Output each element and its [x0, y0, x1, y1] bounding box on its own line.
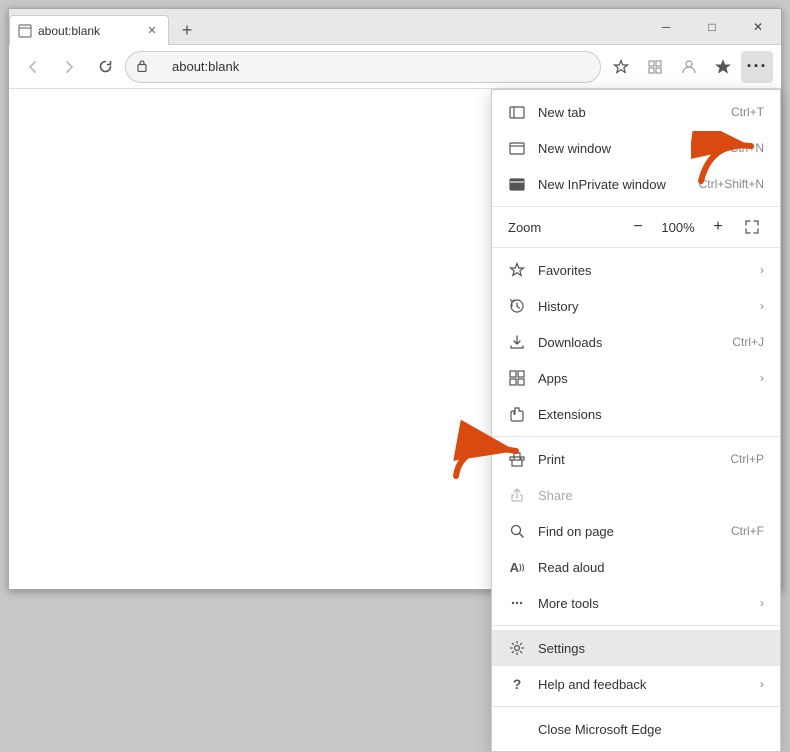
print-shortcut: Ctrl+P — [730, 452, 764, 466]
address-bar: about:blank ··· — [9, 45, 781, 89]
address-text: about:blank — [156, 59, 239, 74]
history-label: History — [538, 299, 748, 314]
find-shortcut: Ctrl+F — [731, 524, 764, 538]
menu-item-print[interactable]: Print Ctrl+P — [492, 441, 780, 477]
downloads-shortcut: Ctrl+J — [732, 335, 764, 349]
close-edge-icon — [508, 720, 526, 738]
history-icon — [508, 297, 526, 315]
new-tab-button[interactable]: + — [173, 16, 201, 44]
print-icon — [508, 450, 526, 468]
title-bar: about:blank ✕ + ─ □ ✕ — [9, 9, 781, 45]
address-field[interactable]: about:blank — [125, 51, 601, 83]
new-window-shortcut: Ctrl+N — [730, 141, 764, 155]
forward-button[interactable] — [53, 51, 85, 83]
menu-item-read-aloud[interactable]: A)) Read aloud — [492, 549, 780, 585]
new-window-label: New window — [538, 141, 718, 156]
help-arrow: › — [760, 677, 764, 691]
zoom-expand-button[interactable] — [740, 215, 764, 239]
extensions-icon — [508, 405, 526, 423]
zoom-label: Zoom — [508, 220, 616, 235]
help-icon: ? — [508, 675, 526, 693]
menu-item-settings[interactable]: Settings — [492, 630, 780, 666]
favorites-arrow: › — [760, 263, 764, 277]
more-button[interactable]: ··· — [741, 51, 773, 83]
tab-page-icon — [18, 24, 32, 38]
apps-arrow: › — [760, 371, 764, 385]
menu-item-share: Share — [492, 477, 780, 513]
close-edge-label: Close Microsoft Edge — [538, 722, 764, 737]
toolbar-icons: ··· — [605, 51, 773, 83]
share-icon — [508, 486, 526, 504]
menu-item-extensions[interactable]: Extensions — [492, 396, 780, 432]
lock-icon — [136, 59, 148, 75]
menu-item-more-tools[interactable]: More tools › — [492, 585, 780, 621]
zoom-value: 100% — [660, 220, 696, 235]
more-tools-icon — [508, 594, 526, 612]
star-button[interactable] — [605, 51, 637, 83]
browser-window: about:blank ✕ + ─ □ ✕ about:blank — [8, 8, 782, 590]
page-content: New tab Ctrl+T New window Ctrl+N New InP… — [9, 89, 781, 589]
tab-close-button[interactable]: ✕ — [144, 23, 160, 39]
collections-button[interactable] — [639, 51, 671, 83]
menu-item-favorites[interactable]: Favorites › — [492, 252, 780, 288]
dropdown-menu: New tab Ctrl+T New window Ctrl+N New InP… — [491, 89, 781, 752]
zoom-out-button[interactable]: − — [624, 213, 652, 241]
favorites-label: Favorites — [538, 263, 748, 278]
tab-title: about:blank — [38, 24, 138, 38]
favorites-icon — [508, 261, 526, 279]
extensions-label: Extensions — [538, 407, 764, 422]
menu-item-new-tab[interactable]: New tab Ctrl+T — [492, 94, 780, 130]
inprivate-shortcut: Ctrl+Shift+N — [699, 177, 764, 191]
help-label: Help and feedback — [538, 677, 748, 692]
settings-icon — [508, 639, 526, 657]
menu-item-history[interactable]: History › — [492, 288, 780, 324]
menu-item-find[interactable]: Find on page Ctrl+F — [492, 513, 780, 549]
new-tab-label: New tab — [538, 105, 719, 120]
apps-label: Apps — [538, 371, 748, 386]
read-aloud-icon: A)) — [508, 558, 526, 576]
window-controls: ─ □ ✕ — [643, 9, 781, 45]
find-label: Find on page — [538, 524, 719, 539]
downloads-icon — [508, 333, 526, 351]
maximize-button[interactable]: □ — [689, 9, 735, 45]
read-aloud-label: Read aloud — [538, 560, 764, 575]
menu-section-new: New tab Ctrl+T New window Ctrl+N New InP… — [492, 90, 780, 207]
active-tab[interactable]: about:blank ✕ — [9, 15, 169, 45]
refresh-button[interactable] — [89, 51, 121, 83]
history-arrow: › — [760, 299, 764, 313]
menu-item-apps[interactable]: Apps › — [492, 360, 780, 396]
inprivate-icon — [508, 175, 526, 193]
minimize-button[interactable]: ─ — [643, 9, 689, 45]
print-label: Print — [538, 452, 718, 467]
menu-item-close-edge[interactable]: Close Microsoft Edge — [492, 711, 780, 747]
share-label: Share — [538, 488, 764, 503]
find-icon — [508, 522, 526, 540]
tab-bar: about:blank ✕ + — [9, 9, 643, 44]
new-tab-shortcut: Ctrl+T — [731, 105, 764, 119]
menu-item-inprivate[interactable]: New InPrivate window Ctrl+Shift+N — [492, 166, 780, 202]
apps-icon — [508, 369, 526, 387]
favorites-bar-button[interactable] — [707, 51, 739, 83]
menu-item-downloads[interactable]: Downloads Ctrl+J — [492, 324, 780, 360]
new-window-icon — [508, 139, 526, 157]
new-tab-icon — [508, 103, 526, 121]
close-button[interactable]: ✕ — [735, 9, 781, 45]
inprivate-label: New InPrivate window — [538, 177, 687, 192]
menu-section-nav: Favorites › History › Downloads Ctrl+J — [492, 248, 780, 437]
more-tools-arrow: › — [760, 596, 764, 610]
settings-label: Settings — [538, 641, 764, 656]
profile-button[interactable] — [673, 51, 705, 83]
menu-section-settings: Settings ? Help and feedback › — [492, 626, 780, 707]
downloads-label: Downloads — [538, 335, 720, 350]
menu-section-close: Close Microsoft Edge — [492, 707, 780, 751]
back-button[interactable] — [17, 51, 49, 83]
more-icon: ··· — [747, 56, 768, 77]
zoom-in-button[interactable]: + — [704, 213, 732, 241]
menu-item-new-window[interactable]: New window Ctrl+N — [492, 130, 780, 166]
menu-item-help[interactable]: ? Help and feedback › — [492, 666, 780, 702]
zoom-row: Zoom − 100% + — [492, 207, 780, 248]
